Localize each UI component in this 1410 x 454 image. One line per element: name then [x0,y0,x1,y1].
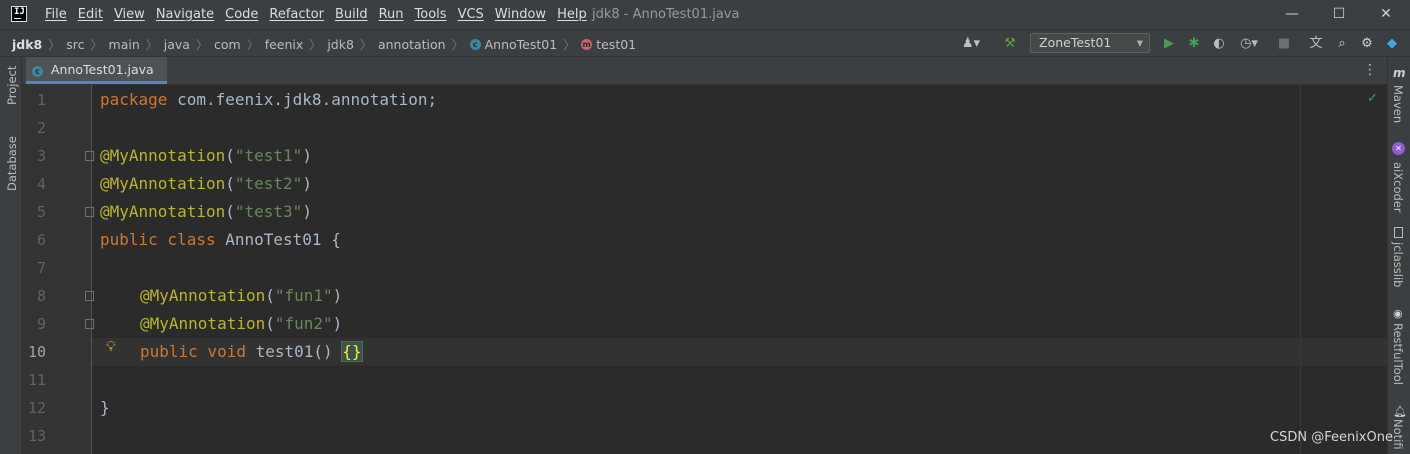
code-line-5: @MyAnnotation("test3") [100,202,312,221]
menu-tools[interactable]: Tools [415,7,447,22]
menu-build[interactable]: Build [335,7,368,22]
fold-marker-icon[interactable] [85,207,94,217]
crumb-method[interactable]: test01 [596,37,636,52]
intellij-logo-icon: IJ [11,6,27,22]
crumb-main[interactable]: main [109,37,140,52]
line-number-current: 10 [27,343,46,361]
line-number: 13 [27,427,46,445]
menu-file[interactable]: File [45,7,67,22]
menu-code[interactable]: Code [225,7,258,22]
tab-annotest01[interactable]: c AnnoTest01.java × [26,57,167,103]
minimize-button[interactable]: — [1277,3,1307,25]
run-configuration-select[interactable]: ZoneTest01 ▾ [1030,33,1150,53]
crumb-com[interactable]: com [214,37,241,52]
menu-bar: File Edit View Navigate Code Refactor Bu… [45,7,598,22]
restfultool-tool-button[interactable]: RestfulTool [1391,323,1405,385]
search-icon[interactable]: ⌕ [1333,35,1351,53]
maximize-button[interactable]: ☐ [1324,3,1354,25]
crumb-class[interactable]: AnnoTest01 [485,37,558,52]
stop-icon[interactable]: ■ [1276,35,1292,53]
run-config-label: ZoneTest01 [1039,35,1112,50]
line-number: 1 [36,91,46,109]
fold-marker-icon[interactable] [85,151,94,161]
code-line-10: public void test01() {} [140,341,363,362]
crumb-src[interactable]: src [66,37,84,52]
code-editor[interactable]: 1 2 3 4 5 6 7 8 9 10 11 12 13 💡︎ package… [22,85,1387,454]
menu-vcs[interactable]: VCS [458,7,484,22]
line-number: 2 [36,119,46,137]
menu-refactor[interactable]: Refactor [269,7,324,22]
menu-run[interactable]: Run [379,7,404,22]
method-icon: m [581,39,593,50]
crumb-feenix[interactable]: feenix [265,37,304,52]
code-line-3: @MyAnnotation("test1") [100,146,312,165]
right-margin-guide [1300,85,1301,454]
crumb-jdk8[interactable]: jdk8 [327,37,354,52]
code-line-12: } [100,398,110,417]
coverage-icon[interactable]: ◐ [1210,35,1228,53]
line-number: 7 [36,259,46,277]
chevron-down-icon: ▾ [1136,35,1143,50]
gear-icon[interactable]: ⚙ [1358,35,1376,53]
gutter: 1 2 3 4 5 6 7 8 9 10 11 12 13 💡︎ [22,85,116,454]
intention-bulb-icon[interactable]: 💡︎ [106,339,116,355]
debug-icon[interactable]: ✱ [1185,35,1203,53]
class-icon: c [469,39,481,50]
more-options-icon[interactable]: ⋮ [1363,62,1377,78]
breadcrumb: jdk8 〉 src 〉 main 〉 java 〉 com 〉 feenix 〉 jdk8… [12,37,637,52]
crumb-annotation[interactable]: annotation [378,37,446,52]
notifications-tool-button[interactable]: Notifi [1391,419,1405,450]
crumb-project[interactable]: jdk8 [12,37,42,52]
database-tool-button[interactable]: Database [5,136,19,191]
project-tool-button[interactable]: Project [5,66,19,105]
profile-icon[interactable]: ◷▾ [1235,35,1263,53]
code-line-6: public class AnnoTest01 { [100,230,341,249]
watermark: CSDN @FeenixOne [1270,430,1393,445]
menu-view[interactable]: View [114,7,145,22]
code-line-8: @MyAnnotation("fun1") [140,286,343,305]
maven-icon: m [1393,66,1406,80]
navigation-bar: jdk8 〉 src 〉 main 〉 java 〉 com 〉 feenix 〉 jdk8… [0,29,1410,57]
jclasslib-tool-button[interactable]: jclasslib [1391,242,1405,287]
vcs-user-icon[interactable]: ♟▾ [957,35,985,53]
inspection-ok-icon[interactable]: ✓ [1367,91,1378,106]
menu-help[interactable]: Help [557,7,587,22]
menu-navigate[interactable]: Navigate [156,7,214,22]
translate-icon[interactable]: 文 [1307,35,1325,53]
aixcoder-tool-button[interactable]: aiXcoder [1391,162,1405,213]
code-line-1: package com.feenix.jdk8.annotation; [100,90,438,109]
title-bar: IJ File Edit View Navigate Code Refactor… [0,0,1410,29]
left-tool-strip: Project Database [0,57,22,454]
fold-marker-icon[interactable] [85,291,94,301]
aixcoder-icon: ✕ [1392,142,1405,155]
run-icon[interactable]: ▶ [1160,35,1178,53]
restfultool-icon: ◉ [1393,307,1403,320]
line-number: 8 [36,287,46,305]
line-number: 3 [36,147,46,165]
class-file-icon: c [32,66,43,77]
jclasslib-icon [1394,227,1403,238]
maven-tool-button[interactable]: Maven [1391,85,1405,123]
line-number: 9 [36,315,46,333]
notifications-icon: 🔔︎ [1393,405,1407,418]
line-number: 11 [27,371,46,389]
code-line-9: @MyAnnotation("fun2") [140,314,343,333]
matched-brace: {} [341,341,363,362]
menu-edit[interactable]: Edit [78,7,103,22]
right-tool-strip: m Maven ✕ aiXcoder jclasslib ◉ RestfulTo… [1387,57,1410,454]
build-hammer-icon[interactable]: ⚒ [1001,35,1019,53]
tab-label: AnnoTest01.java [50,62,154,77]
plugin-icon[interactable]: ◆ [1383,35,1401,53]
window-title: jdk8 - AnnoTest01.java [592,7,740,22]
crumb-java[interactable]: java [164,37,190,52]
line-number: 4 [36,175,46,193]
code-line-4: @MyAnnotation("test2") [100,174,312,193]
line-number: 6 [36,231,46,249]
line-number: 12 [27,399,46,417]
fold-marker-icon[interactable] [85,319,94,329]
close-window-button[interactable]: ✕ [1371,3,1401,25]
editor-tabs: c AnnoTest01.java × ⋮ [22,57,1387,103]
menu-window[interactable]: Window [495,7,546,22]
line-number: 5 [36,203,46,221]
